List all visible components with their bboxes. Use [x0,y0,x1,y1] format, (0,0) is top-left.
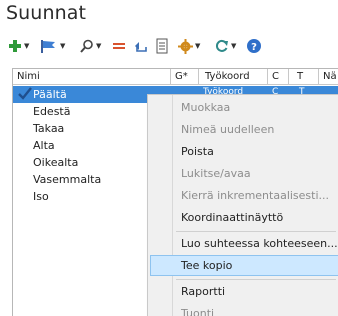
menu-separator [176,231,336,232]
svg-text:?: ? [251,42,257,53]
toolbar: ▼ ▼ ▼ ▼ ▼ ? [6,36,336,56]
search-button[interactable]: ▼ [80,36,101,56]
row-name: Edestä [33,105,71,118]
chevron-down-icon: ▼ [231,42,237,50]
undo-icon [135,42,147,52]
menu-item-create-relative[interactable]: Luo suhteessa kohteeseen... [148,233,338,254]
menu-item-rename[interactable]: Nimeä uudelleen [148,119,338,140]
settings-button[interactable]: ▼ [178,36,200,56]
document-button[interactable] [156,36,168,56]
menu-separator [176,279,336,280]
checkmark-icon [18,87,32,100]
add-icon [9,40,21,52]
row-name: Vasemmalta [33,173,102,186]
chevron-down-icon: ▼ [24,42,30,50]
equals-icon [113,43,125,49]
search-icon [80,39,93,53]
row-name: Alta [33,139,55,152]
menu-item-rotate-incremental[interactable]: Kierrä inkrementaalisesti... [148,185,338,206]
undo-button[interactable] [134,36,148,56]
gear-icon [178,38,193,54]
refresh-button[interactable]: ▼ [214,36,236,56]
menu-item-report[interactable]: Raportti [148,281,338,302]
row-name: Iso [33,190,49,203]
row-name: Takaa [33,122,65,135]
chevron-down-icon: ▼ [60,42,66,50]
column-header-name[interactable]: Nimi [13,69,171,84]
grid-header: Nimi G* Työkoord C T Nä [13,69,338,85]
row-name: Päältä [33,88,67,101]
equals-button[interactable] [112,36,126,56]
chevron-down-icon: ▼ [195,42,201,50]
column-header-view[interactable]: Nä [319,69,338,84]
refresh-icon [215,39,228,52]
context-menu: Muokkaa Nimeä uudelleen Poista Lukitse/a… [147,94,338,316]
menu-item-lock-toggle[interactable]: Lukitse/avaa [148,163,338,184]
column-header-t[interactable]: T [289,69,319,84]
add-button[interactable]: ▼ [8,36,29,56]
menu-item-edit[interactable]: Muokkaa [148,97,338,118]
column-header-g[interactable]: G* [171,69,199,84]
menu-item-delete[interactable]: Poista [148,141,338,162]
flag-icon [41,40,55,53]
column-header-koord[interactable]: Työkoord [199,69,268,84]
help-button[interactable]: ? [246,36,262,56]
chevron-down-icon: ▼ [96,42,102,50]
panel-title: Suunnat [6,2,87,24]
menu-item-duplicate[interactable]: Tee kopio [150,255,338,276]
row-name: Oikealta [33,156,79,169]
flag-button[interactable]: ▼ [40,36,65,56]
help-icon: ? [247,39,261,53]
menu-item-coordinate-display[interactable]: Koordinaattinäyttö [148,207,338,228]
menu-item-import[interactable]: Tuonti [148,303,338,316]
column-header-c[interactable]: C [268,69,289,84]
document-icon [156,38,168,54]
